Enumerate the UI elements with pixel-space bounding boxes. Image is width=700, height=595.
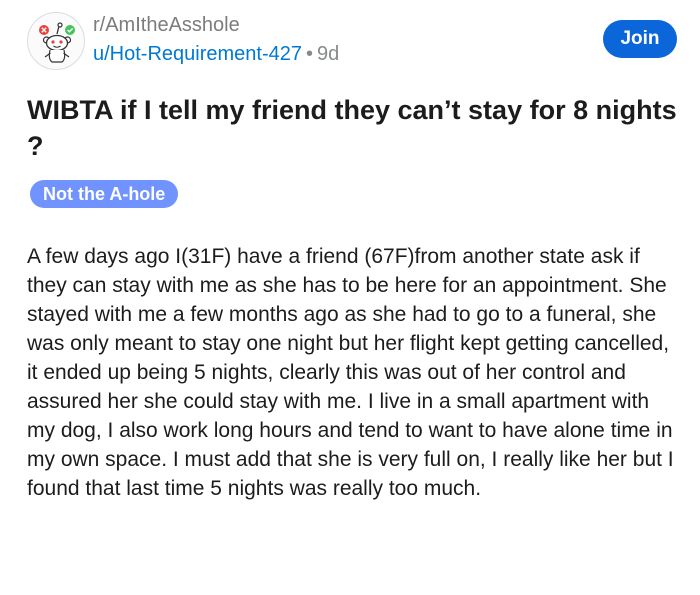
post-header: r/AmItheAsshole u/Hot-Requirement-427 • 9d… xyxy=(27,12,677,72)
subreddit-snoo-icon xyxy=(39,22,75,63)
subreddit-avatar[interactable] xyxy=(27,12,85,70)
meta-separator: • xyxy=(306,43,314,65)
post-title[interactable]: WIBTA if I tell my friend they can’t sta… xyxy=(27,92,677,164)
subreddit-name[interactable]: r/AmItheAsshole xyxy=(93,14,240,37)
post-age: 9d xyxy=(317,43,340,65)
post-meta: u/Hot-Requirement-427 • 9d xyxy=(93,43,339,66)
join-button[interactable]: Join xyxy=(603,20,677,58)
post-body: A few days ago I(31F) have a friend (67F… xyxy=(27,245,674,500)
author-link[interactable]: u/Hot-Requirement-427 xyxy=(93,43,302,65)
post-flair[interactable]: Not the A-hole xyxy=(30,180,179,208)
